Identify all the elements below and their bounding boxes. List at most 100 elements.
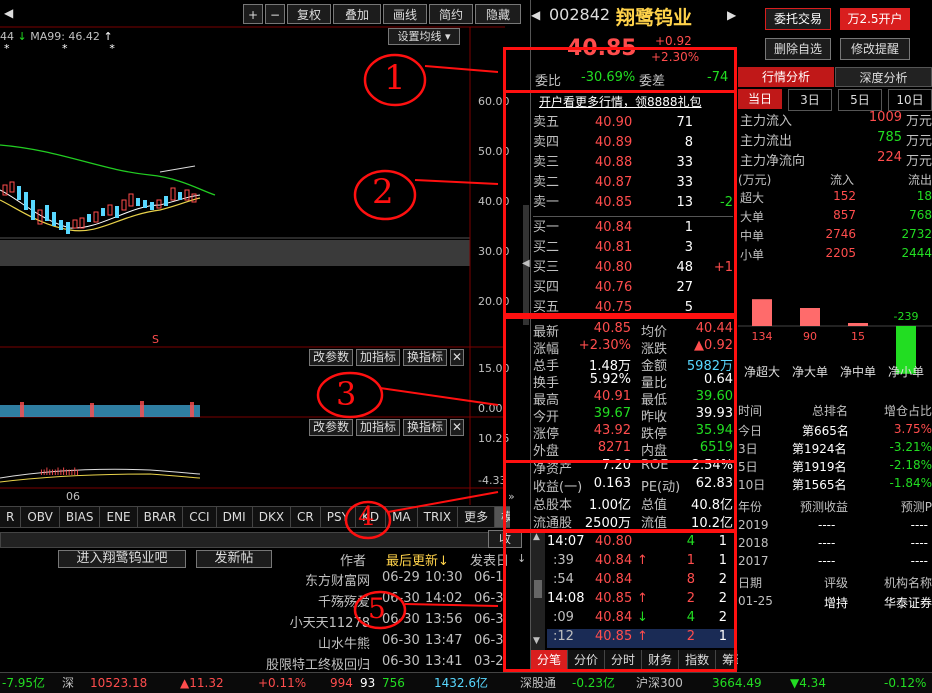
ind2-params-button[interactable]: 改参数 <box>309 419 353 436</box>
annotation-label: 3 <box>336 375 357 413</box>
edit-alert-button[interactable]: 修改提醒 <box>840 38 910 60</box>
flow-unit: 万元 <box>905 134 932 149</box>
period-today[interactable]: 当日 <box>738 89 782 109</box>
tab-deep-analysis[interactable]: 深度分析 <box>835 67 932 87</box>
col-updated[interactable]: 最后更新↓ <box>386 550 449 569</box>
inflow-value: 152 <box>833 189 856 203</box>
tab-ene[interactable]: ENE <box>100 507 138 527</box>
rating-org: 华泰证券 <box>883 596 932 610</box>
forum-scrollbar[interactable] <box>0 532 507 548</box>
outflow-value: 2444 <box>901 246 932 260</box>
period-tabs[interactable]: 当日 3日 5日 10日 <box>738 89 932 111</box>
order-size-label: 超大 <box>740 191 765 205</box>
table-header: 时间 总排名 增仓占比 <box>738 402 932 420</box>
tab-bias[interactable]: BIAS <box>60 507 101 527</box>
table-row: 3日 第1924名 -3.21% <box>738 440 932 458</box>
table-row: 大单 857 768 <box>738 208 932 227</box>
table-header: (万元) 流入 流出 <box>738 171 932 189</box>
post-time: 13:41 <box>425 654 463 669</box>
tab-brar[interactable]: BRAR <box>138 507 184 527</box>
rank-pct: -2.18% <box>889 458 932 472</box>
col-rating: 评级 <box>824 576 849 590</box>
post-date: 06-30 <box>382 654 420 669</box>
list-item[interactable]: 小天天11278 06-30 13:56 06-3 <box>0 612 505 633</box>
annotation-box-5 <box>503 530 737 672</box>
list-item[interactable]: 山水牛熊 06-30 13:47 06-3 <box>0 633 505 654</box>
flow-label: 主力流入 <box>740 114 793 129</box>
list-item[interactable]: 东方财富网 06-29 10:30 06-1 <box>0 570 505 591</box>
status-hs300-pct: -0.12% <box>884 676 927 690</box>
chart-area[interactable]: + − 复权 叠加 画线 简约 隐藏 ◀ 44 ↓ MA99: 46.42 ↑ … <box>0 0 530 505</box>
period-10d[interactable]: 10日 <box>888 89 932 111</box>
col-author[interactable]: 作者 <box>340 550 366 569</box>
forecast-pe: ---- <box>910 536 928 550</box>
forecast-eps: ---- <box>818 518 836 532</box>
remove-favorite-button[interactable]: 删除自选 <box>765 38 831 60</box>
list-item[interactable]: 千殇殇爱 06-30 14:02 06-3 <box>0 591 505 612</box>
post-author: 山水牛熊 <box>317 637 370 652</box>
table-header: 年份 预测收益 预测P <box>738 498 932 516</box>
outflow-value: 2732 <box>901 227 932 241</box>
enter-forum-button[interactable]: 进入翔鹭钨业吧 <box>58 550 186 568</box>
status-hs300-index[interactable]: 3664.49 <box>712 673 762 693</box>
order-size-label: 中单 <box>740 229 765 243</box>
status-sz-label: 深 <box>62 676 75 690</box>
tab-trix[interactable]: TRIX <box>418 507 459 527</box>
order-size-label: 小单 <box>740 248 765 262</box>
forecast-year: 2017 <box>738 554 769 568</box>
tab-market-analysis[interactable]: 行情分析 <box>738 67 834 87</box>
post-posted: 03-2 <box>474 654 504 669</box>
tab-cr[interactable]: CR <box>291 507 321 527</box>
flow-label: 主力净流向 <box>740 154 806 169</box>
net-flow-label: 净中单 <box>840 364 876 379</box>
ind1-params-button[interactable]: 改参数 <box>309 349 353 366</box>
status-sz-pct: +0.11% <box>258 676 307 690</box>
trust-trade-button[interactable]: 委托交易 <box>765 8 831 30</box>
tab-psy[interactable]: PSY <box>321 507 356 527</box>
table-row: 2017 ---- ---- <box>738 554 932 572</box>
table-header: 日期 评级 机构名称 <box>738 574 932 592</box>
tab-r[interactable]: R <box>0 507 22 527</box>
tab-ma[interactable]: MA <box>386 507 418 527</box>
forecast-eps: ---- <box>818 536 836 550</box>
post-posted: 06-3 <box>474 633 504 648</box>
post-posted: 06-3 <box>474 591 504 606</box>
status-net-flow: -7.95亿 <box>2 676 46 690</box>
net-flow-bar <box>800 308 820 326</box>
net-flow-value: 15 <box>851 330 865 343</box>
post-time: 13:56 <box>425 612 463 627</box>
post-date: 06-30 <box>382 612 420 627</box>
open-account-button[interactable]: 万2.5开户 <box>840 8 910 30</box>
ind2-close-button[interactable]: ✕ <box>450 419 464 436</box>
net-flow-label: 净大单 <box>792 365 828 379</box>
tab-more[interactable]: 更多 <box>458 507 496 527</box>
col-pct: 增仓占比 <box>883 404 932 418</box>
rank-time: 3日 <box>738 442 758 456</box>
post-date: 06-30 <box>382 591 420 606</box>
status-sz-index[interactable]: 10523.18 <box>90 673 147 693</box>
tab-dmi[interactable]: DMI <box>217 507 253 527</box>
new-post-button[interactable]: 发新帖 <box>196 550 272 568</box>
outflow-value: 768 <box>909 208 932 222</box>
prev-stock-icon[interactable]: ◀ <box>531 8 540 22</box>
col-inflow: 流入 <box>830 173 855 187</box>
period-3d[interactable]: 3日 <box>788 89 832 111</box>
tab-cci[interactable]: CCI <box>183 507 217 527</box>
status-hs300-label: 沪深300 <box>636 676 683 690</box>
ind1-close-button[interactable]: ✕ <box>450 349 464 366</box>
ind1-add-button[interactable]: 加指标 <box>356 349 400 366</box>
ind1-switch-button[interactable]: 换指标 <box>403 349 447 366</box>
net-flow-bar <box>848 323 868 326</box>
ind2-add-button[interactable]: 加指标 <box>356 419 400 436</box>
tab-obv[interactable]: OBV <box>21 507 60 527</box>
table-row: 2018 ---- ---- <box>738 536 932 554</box>
table-row: 今日 第665名 3.75% <box>738 422 932 440</box>
period-5d[interactable]: 5日 <box>838 89 882 111</box>
indicator-tabs[interactable]: ROBVBIASENEBRARCCIDMIDKXCRPSYKDMATRIX更多模 <box>0 506 510 528</box>
status-sgt-label: 深股通 <box>520 676 557 690</box>
rating-value: 增持 <box>824 596 849 610</box>
tab-dkx[interactable]: DKX <box>253 507 292 527</box>
ind2-switch-button[interactable]: 换指标 <box>403 419 447 436</box>
col-year: 年份 <box>738 500 763 514</box>
next-stock-icon[interactable]: ▶ <box>727 8 736 22</box>
